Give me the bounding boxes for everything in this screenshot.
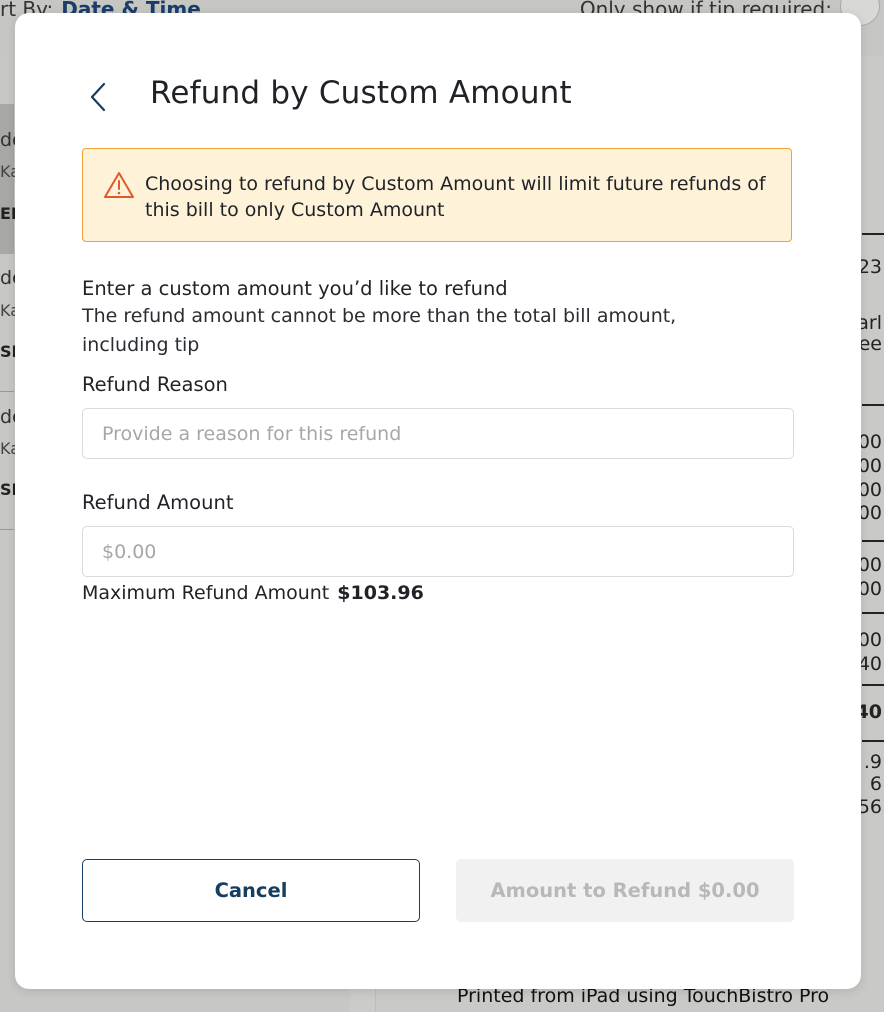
warning-triangle-icon <box>104 172 134 198</box>
max-refund-line: Maximum Refund Amount $103.96 <box>82 582 424 604</box>
background-text-fragment: 00 <box>857 578 882 600</box>
background-text-fragment: 00 <box>857 479 882 501</box>
refund-reason-input[interactable] <box>82 408 794 459</box>
background-divider <box>0 391 14 392</box>
refund-amount-input[interactable] <box>82 526 794 577</box>
background-receipt-rule <box>862 233 884 235</box>
background-text-fragment: 40 <box>857 653 882 675</box>
instruction-subtext: The refund amount cannot be more than th… <box>82 305 677 356</box>
modal-title: Refund by Custom Amount <box>150 75 572 111</box>
background-text-fragment: 00 <box>857 502 882 524</box>
amount-to-refund-button[interactable]: Amount to Refund $0.00 <box>456 859 794 922</box>
instruction-heading: Enter a custom amount you’d like to refu… <box>82 277 508 300</box>
background-text-fragment: 00 <box>857 455 882 477</box>
back-button[interactable] <box>81 77 117 117</box>
background-text-fragment: 56 <box>857 796 882 818</box>
background-receipt-rule <box>862 740 884 742</box>
refund-custom-amount-modal: Refund by Custom Amount Choosing to refu… <box>15 13 861 989</box>
background-text-fragment: 00 <box>857 554 882 576</box>
background-divider <box>0 529 14 530</box>
background-text-fragment: .9 <box>863 751 882 773</box>
background-text-fragment: 00 <box>857 629 882 651</box>
background-text-fragment: 6 <box>869 773 882 795</box>
background-receipt-rule <box>862 684 884 686</box>
background-receipt-rule <box>862 540 884 542</box>
background-text-fragment: 00 <box>857 431 882 453</box>
max-refund-label: Maximum Refund Amount <box>82 582 330 604</box>
warning-text: Choosing to refund by Custom Amount will… <box>145 173 766 221</box>
background-text-fragment: ee <box>858 333 882 355</box>
background-receipt-rule <box>862 404 884 406</box>
refund-reason-label: Refund Reason <box>82 373 228 396</box>
refund-amount-label: Refund Amount <box>82 491 234 514</box>
chevron-left-icon <box>90 82 106 112</box>
max-refund-value: $103.96 <box>337 582 424 604</box>
warning-banner: Choosing to refund by Custom Amount will… <box>82 148 792 242</box>
background-text-fragment: 23 <box>857 256 882 278</box>
cancel-button[interactable]: Cancel <box>82 859 420 922</box>
background-receipt-rule <box>862 612 884 614</box>
